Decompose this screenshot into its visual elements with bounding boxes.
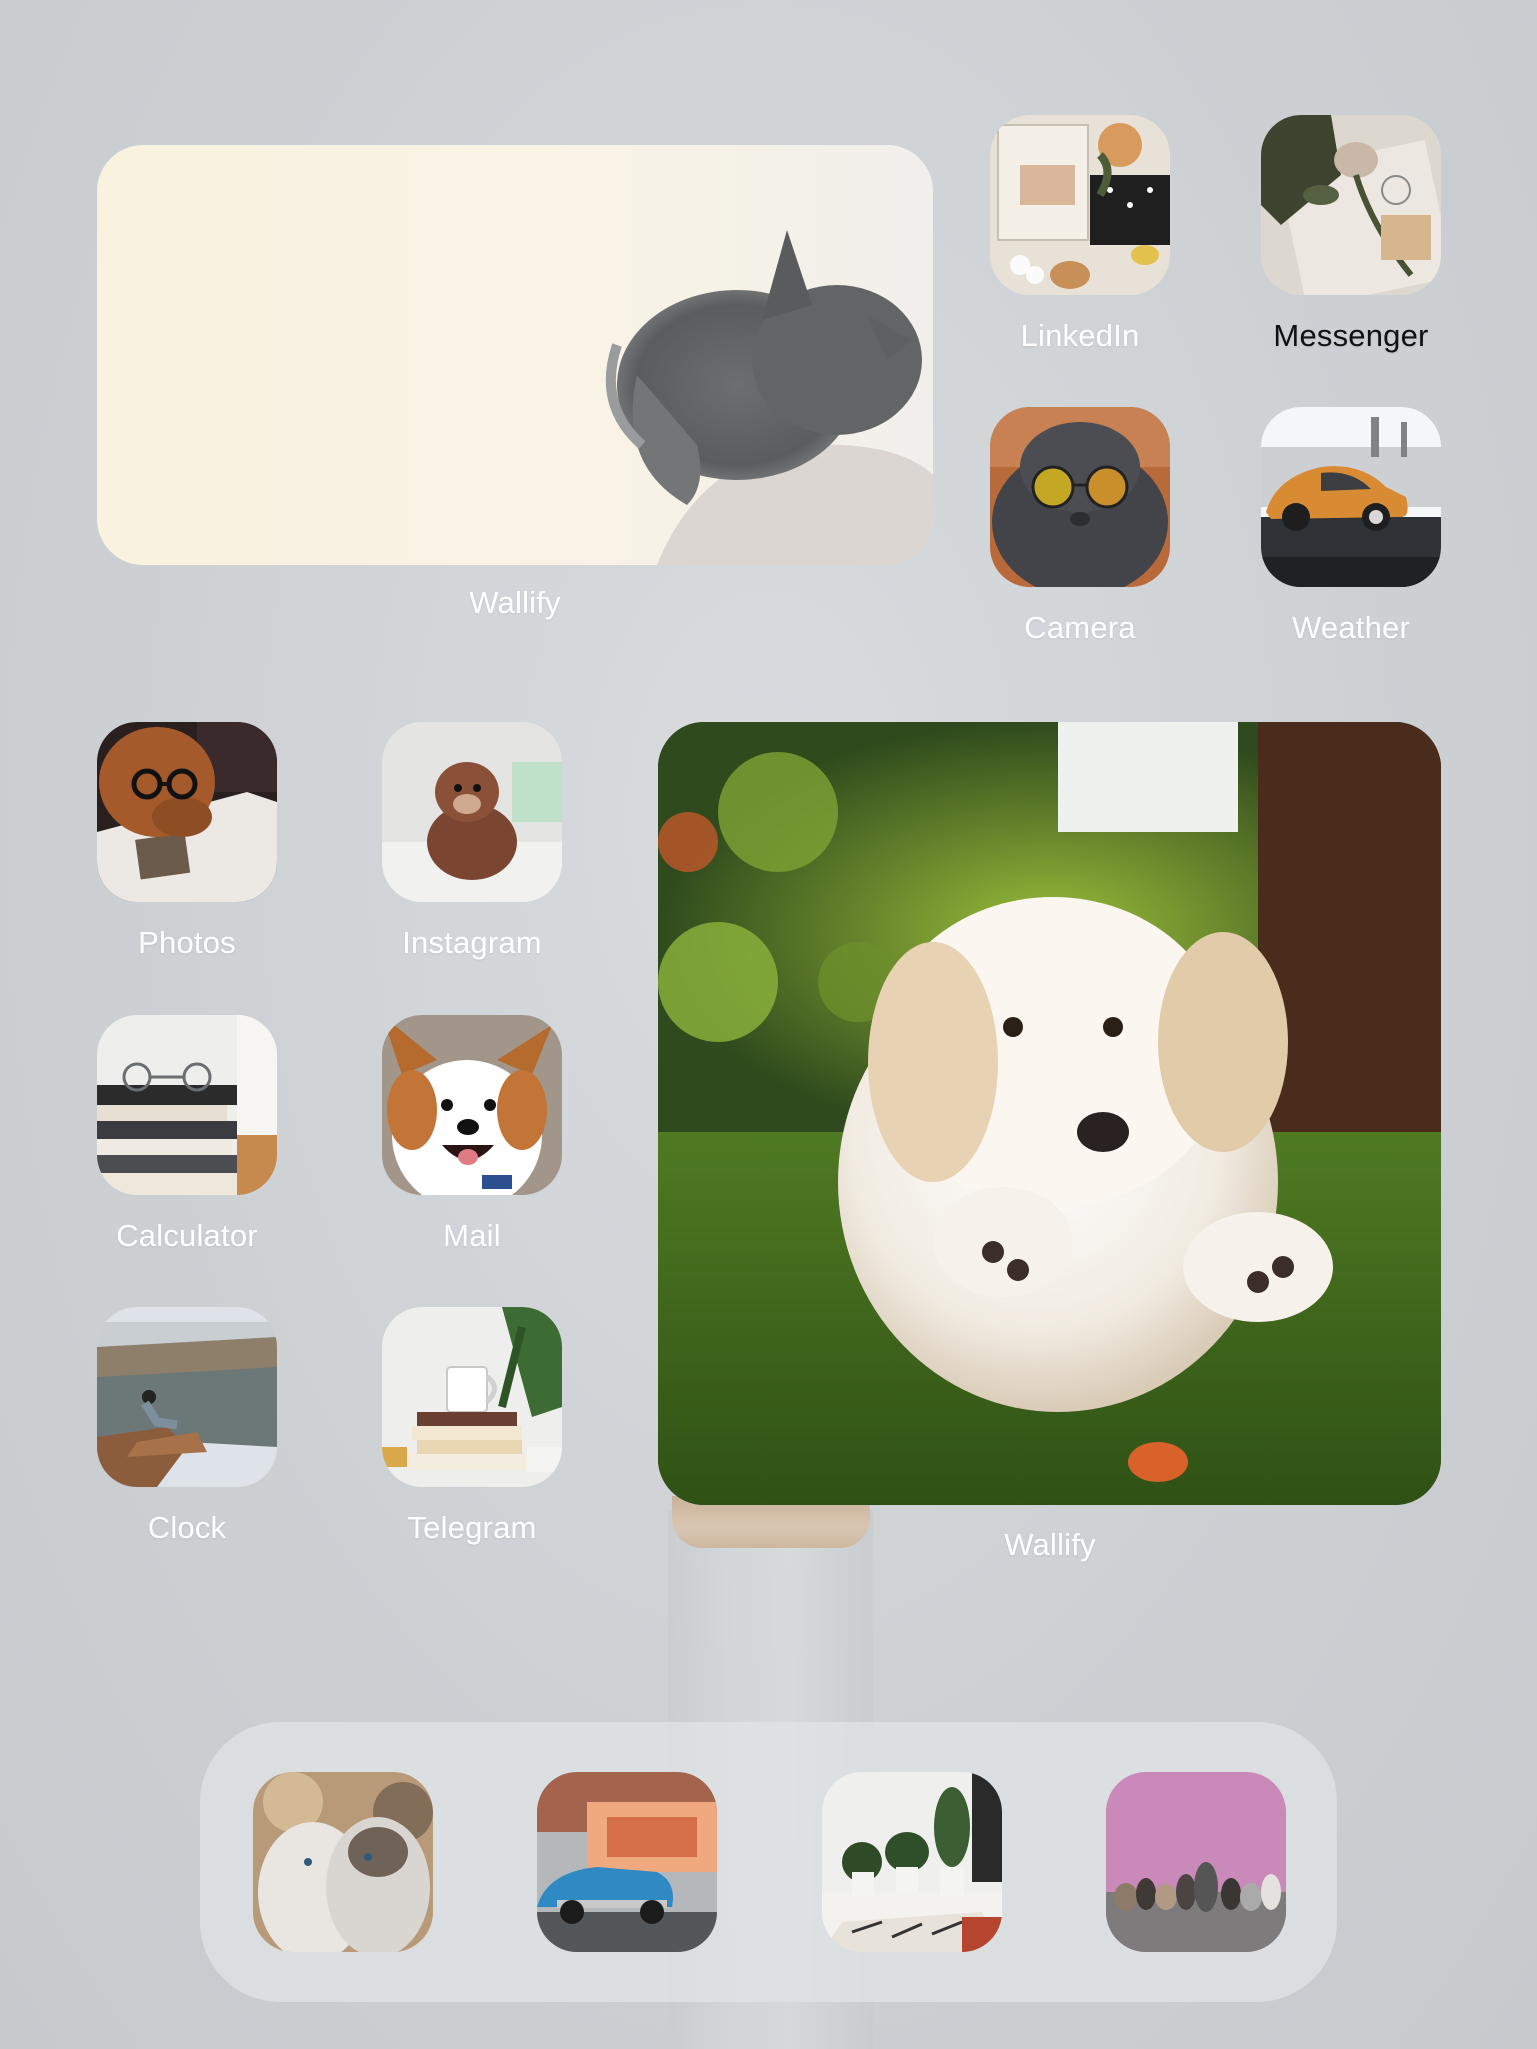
app-label: Mail <box>443 1218 501 1253</box>
app-label: Weather <box>1292 610 1410 645</box>
widget-label: Wallify <box>1004 1527 1096 1562</box>
dogs-pink-wall-image <box>1106 1772 1286 1952</box>
app-label: Clock <box>147 1510 227 1545</box>
app-icon-camera[interactable] <box>990 407 1170 587</box>
app-icon-messenger[interactable] <box>1261 115 1441 295</box>
puppy-photo <box>658 722 1441 1505</box>
mug-books-image <box>382 1307 562 1487</box>
app-icon-telegram[interactable] <box>382 1307 562 1487</box>
app-label: Telegram <box>407 1510 537 1545</box>
app-label: Camera <box>1024 610 1136 645</box>
books-glasses-image <box>97 1015 277 1195</box>
app-icon-calculator[interactable] <box>97 1015 277 1195</box>
app-icon-photos[interactable] <box>97 722 277 902</box>
blue-car-image <box>537 1772 717 1952</box>
dog-glasses-image <box>97 722 277 902</box>
dock-icon-cats[interactable] <box>253 1772 433 1952</box>
poodle-puppy-image <box>382 722 562 902</box>
orange-beetle-image <box>1261 407 1441 587</box>
wallify-widget-puppy[interactable] <box>658 722 1441 1505</box>
app-label: Messenger <box>1273 318 1429 353</box>
two-cats-image <box>253 1772 433 1952</box>
app-label: LinkedIn <box>1020 318 1140 353</box>
app-icon-weather[interactable] <box>1261 407 1441 587</box>
app-label: Instagram <box>402 925 542 960</box>
dock-icon-dogs[interactable] <box>1106 1772 1286 1952</box>
plants-image <box>822 1772 1002 1952</box>
roses-notebook-image <box>1261 115 1441 295</box>
shiba-dog-image <box>382 1015 562 1195</box>
desk-flatlay-image <box>990 115 1170 295</box>
app-label: Photos <box>138 925 236 960</box>
app-icon-clock[interactable] <box>97 1307 277 1487</box>
app-icon-instagram[interactable] <box>382 722 562 902</box>
cat-sunglasses-image <box>990 407 1170 587</box>
app-label: Calculator <box>116 1218 258 1253</box>
app-icon-mail[interactable] <box>382 1015 562 1195</box>
wallify-widget-kitten[interactable] <box>97 145 933 565</box>
dock-icon-car[interactable] <box>537 1772 717 1952</box>
app-icon-linkedin[interactable] <box>990 115 1170 295</box>
widget-label: Wallify <box>469 585 561 620</box>
canyon-image <box>97 1307 277 1487</box>
kitten-photo <box>97 145 933 565</box>
dock-icon-plants[interactable] <box>822 1772 1002 1952</box>
